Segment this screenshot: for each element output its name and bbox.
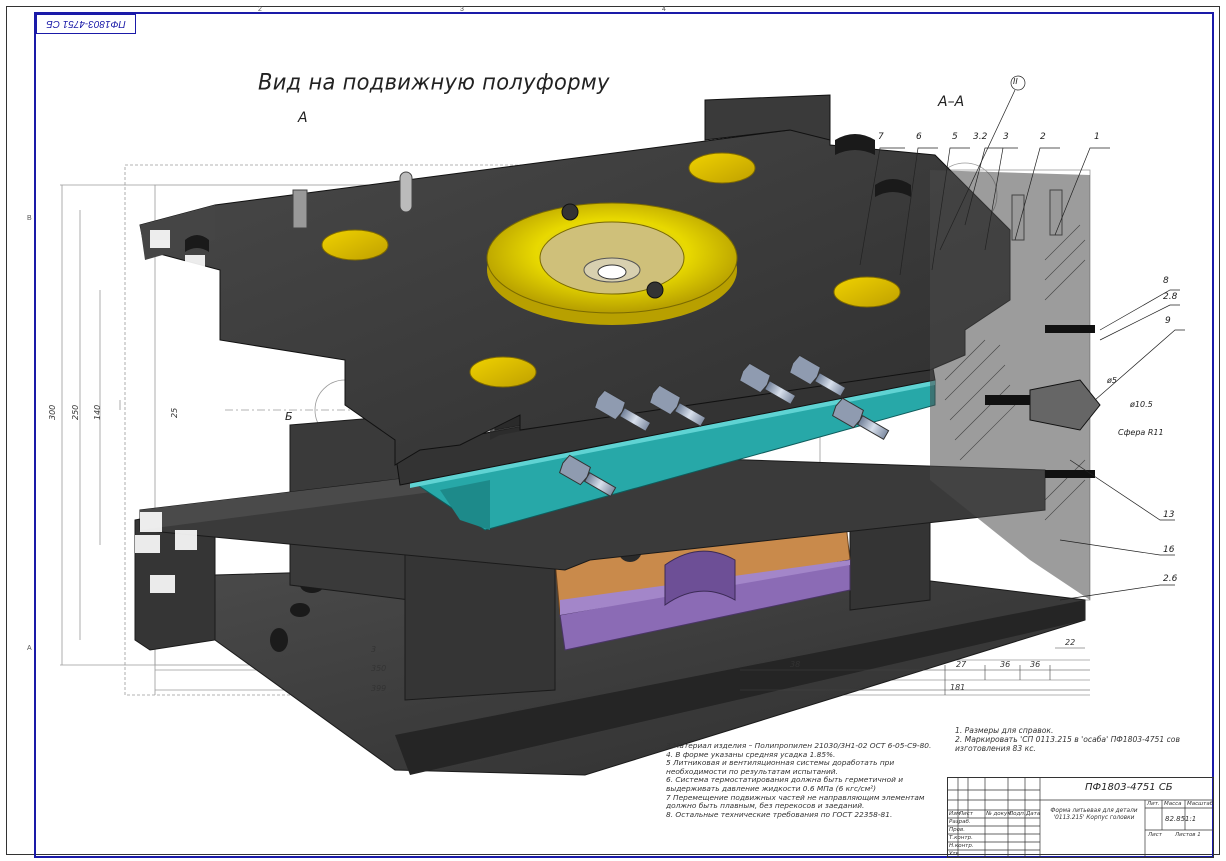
tb-role-tcontr: Т.контр.: [949, 835, 973, 841]
part-label-3-2: 3.2: [973, 132, 988, 142]
tb-role-check: Пров.: [949, 827, 965, 833]
locating-ring: [486, 202, 738, 325]
part-label-6: 6: [916, 132, 922, 142]
section-title-aa: А–А: [938, 94, 965, 110]
dim-399: 399: [371, 684, 387, 693]
view-title: Вид на подвижную полуформу: [258, 69, 610, 95]
tb-col-mass: Масса: [1164, 801, 1182, 807]
technical-notes-right: 1. Размеры для справок. 2. Маркировать '…: [955, 726, 1215, 753]
dim-350: 350: [371, 664, 387, 673]
part-label-3: 3: [1003, 132, 1009, 142]
dim-36a: 36: [1000, 660, 1011, 669]
part-label-1: 1: [1094, 132, 1100, 142]
technical-notes-left: 3 Материал изделия – Полипропилен 21030/…: [666, 741, 948, 819]
detail-ref: II: [1013, 77, 1018, 86]
dim-36b: 36: [1030, 660, 1041, 669]
part-label-5: 5: [952, 132, 958, 142]
tb-h-date: Дата: [1026, 811, 1041, 817]
tb-col-scale: Масштаб: [1187, 801, 1214, 807]
note-5: 5 Литниковая и вентиляционная системы до…: [666, 758, 895, 776]
title-block-code: ПФ1803-4751 СБ: [1085, 782, 1173, 793]
note-6: 6. Система термостатирования должна быть…: [666, 775, 904, 793]
dim-140: 140: [93, 404, 102, 420]
tb-role-dev: Разраб.: [949, 819, 971, 825]
tb-col-lit: Лит.: [1147, 801, 1160, 807]
tb-role-approve: Утв.: [949, 851, 961, 857]
dim-3: 3: [371, 645, 377, 654]
part-label-13: 13: [1163, 510, 1175, 520]
dim-181: 181: [950, 683, 966, 692]
part-label-2-6: 2.6: [1163, 574, 1178, 584]
note-2: 2. Маркировать 'СП 0113.215 в 'осаба' ПФ…: [955, 734, 1180, 753]
dim-300: 300: [48, 404, 57, 420]
dim-250: 250: [71, 404, 80, 420]
sphere-annotation: Сфера R11: [1118, 428, 1164, 437]
drawing-sheet: ПФ1803-4751 СБ 2 3 4 B A Вид на подвижну…: [0, 0, 1226, 861]
part-label-2-8: 2.8: [1163, 292, 1178, 302]
dim-22: 22: [1065, 638, 1076, 647]
tb-sheet: Лист: [1148, 832, 1162, 838]
section-mark-a: А: [298, 110, 308, 126]
note-7: 7 Перемещение подвижных частей не направ…: [666, 792, 925, 811]
part-label-9: 9: [1165, 316, 1171, 326]
note-8: 8. Остальные технические требования по Г…: [666, 809, 893, 819]
dim-27: 27: [956, 660, 967, 669]
tb-role-ncontr: Н.контр.: [949, 843, 974, 849]
dim-25: 25: [170, 407, 179, 418]
tb-h-list: Лист: [959, 811, 973, 817]
part-label-2: 2: [1040, 132, 1046, 142]
tb-h-sign: Подп.: [1009, 811, 1026, 817]
part-label-7: 7: [878, 132, 884, 142]
dim-38: 38: [790, 660, 801, 669]
title-block-scale: 1:1: [1185, 815, 1197, 823]
part-label-16: 16: [1163, 545, 1175, 555]
diameter-5: ø5: [1107, 376, 1117, 385]
section-mark-b: Б: [285, 410, 293, 423]
title-block-name: Форма литьевая для детали '0113.215' Кор…: [1050, 808, 1138, 821]
title-block-mass: 82.85: [1165, 815, 1186, 823]
diameter-10-5: ø10.5: [1130, 400, 1153, 409]
tb-sheets: Листов 1: [1175, 832, 1201, 838]
part-label-8: 8: [1163, 276, 1169, 286]
